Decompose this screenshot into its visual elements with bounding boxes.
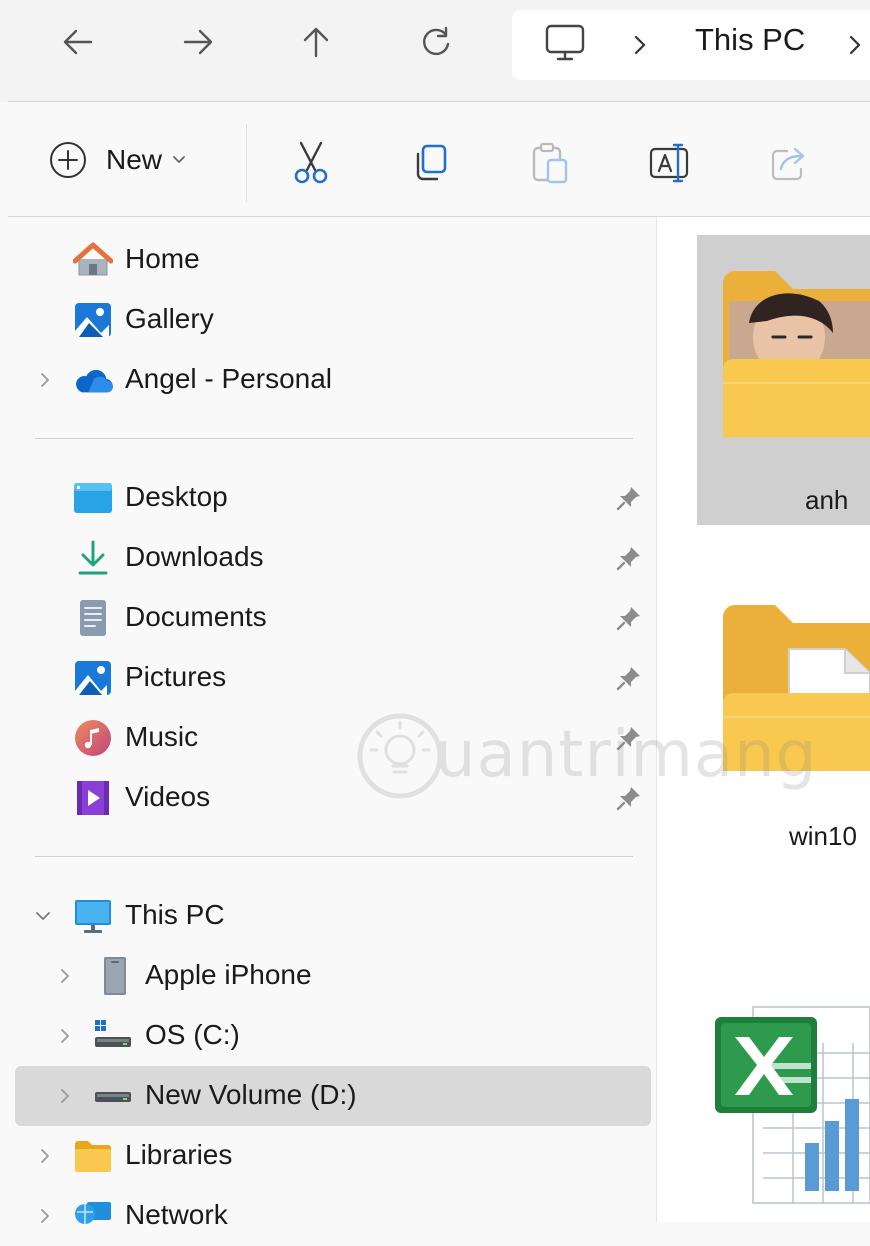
pin-icon[interactable]: [615, 664, 643, 692]
chevron-right-icon[interactable]: [55, 1086, 75, 1106]
sidebar-item-apple-iphone[interactable]: Apple iPhone: [15, 946, 651, 1006]
download-icon: [73, 538, 113, 578]
libraries-icon: [73, 1136, 113, 1176]
documents-icon: [73, 598, 113, 638]
sidebar-item-label: Apple iPhone: [145, 959, 312, 990]
sidebar-item-desktop[interactable]: Desktop: [15, 468, 651, 528]
sidebar-item-gallery[interactable]: Gallery: [15, 290, 651, 350]
cut-button[interactable]: [286, 138, 336, 188]
sidebar-item-label: Angel - Personal: [125, 363, 333, 394]
sidebar-item-label: OS (C:): [145, 1019, 240, 1050]
chevron-right-icon[interactable]: [35, 1206, 55, 1226]
sidebar-item-home[interactable]: Home: [15, 230, 651, 290]
file-name: win10: [789, 821, 857, 851]
folder-tile-anh[interactable]: anh: [697, 235, 870, 525]
address-box[interactable]: [512, 10, 870, 80]
up-arrow-icon: [303, 27, 329, 58]
new-button-label: New: [106, 144, 163, 175]
rename-button[interactable]: [645, 138, 695, 188]
chevron-right-icon[interactable]: [35, 1146, 55, 1166]
sidebar-item-videos[interactable]: Videos: [15, 768, 651, 828]
chevron-down-icon[interactable]: [33, 906, 53, 926]
paste-icon: [532, 142, 568, 184]
sidebar-item-label: Home: [125, 243, 200, 274]
home-icon: [73, 240, 113, 280]
sidebar-item-label: Videos: [125, 781, 211, 812]
folder-icon: [723, 605, 870, 771]
file-name: anh: [805, 485, 849, 515]
sidebar-item-label: Desktop: [125, 481, 228, 512]
sidebar-item-label: Music: [125, 721, 199, 752]
folder-icon: [723, 271, 870, 437]
paste-button[interactable]: [525, 138, 575, 188]
sidebar-item-label: Network: [125, 1199, 228, 1230]
sidebar-divider: [35, 856, 633, 857]
toolbar-divider: [246, 124, 247, 202]
chevron-right-icon[interactable]: [35, 370, 55, 390]
chevron-right-icon[interactable]: [632, 33, 648, 57]
pin-icon[interactable]: [615, 544, 643, 572]
drive-icon: [93, 1076, 133, 1116]
chevron-right-icon[interactable]: [847, 33, 863, 57]
up-button[interactable]: [288, 18, 344, 66]
plus-circle-icon: [50, 142, 86, 178]
desktop-folder-icon: [73, 478, 113, 518]
sidebar-item-label: New Volume (D:): [145, 1079, 357, 1110]
sidebar-item-label: Downloads: [125, 541, 264, 572]
sidebar-item-label: Documents: [125, 601, 267, 632]
back-button[interactable]: [50, 18, 106, 66]
sidebar-item-label: Pictures: [125, 661, 227, 692]
sidebar-item-label: Gallery: [125, 303, 214, 334]
system-drive-icon: [93, 1016, 133, 1056]
pictures-icon: [73, 658, 113, 698]
folder-tile-win10[interactable]: win10: [697, 585, 870, 865]
sidebar-item-label: Libraries: [125, 1139, 233, 1170]
sidebar-item-libraries[interactable]: Libraries: [15, 1126, 651, 1186]
monitor-icon: [545, 24, 585, 61]
chevron-right-icon[interactable]: [55, 966, 75, 986]
videos-icon: [73, 778, 113, 818]
share-button[interactable]: [764, 138, 814, 188]
sidebar-item-os-c-drive[interactable]: OS (C:): [15, 1006, 651, 1066]
sidebar-item-pictures[interactable]: Pictures: [15, 648, 651, 708]
pin-icon[interactable]: [615, 784, 643, 812]
sidebar-item-label: This PC: [125, 899, 225, 930]
sidebar-item-new-volume-d[interactable]: New Volume (D:): [15, 1066, 651, 1126]
sidebar-item-network[interactable]: Network: [15, 1186, 651, 1246]
rename-icon: [649, 143, 689, 183]
share-icon: [771, 147, 805, 181]
music-icon: [73, 718, 113, 758]
copy-button[interactable]: [406, 138, 456, 188]
command-bar: New: [0, 102, 870, 217]
pin-icon[interactable]: [615, 724, 643, 752]
chevron-right-icon[interactable]: [55, 1026, 75, 1046]
sidebar-item-onedrive[interactable]: Angel - Personal: [15, 350, 651, 410]
phone-device-icon: [95, 956, 135, 996]
cut-icon: [294, 141, 328, 184]
network-icon: [73, 1196, 113, 1236]
sidebar-item-downloads[interactable]: Downloads: [15, 528, 651, 588]
pin-icon[interactable]: [615, 604, 643, 632]
back-arrow-icon: [63, 29, 93, 55]
forward-button[interactable]: [170, 18, 226, 66]
sidebar-divider: [35, 438, 633, 439]
address-bar-row: This PC: [0, 0, 870, 102]
breadcrumb-this-pc[interactable]: This PC: [695, 22, 805, 58]
sidebar-item-this-pc[interactable]: This PC: [15, 886, 651, 946]
gallery-icon: [73, 300, 113, 340]
refresh-button[interactable]: [408, 18, 464, 66]
sidebar-item-music[interactable]: Music: [15, 708, 651, 768]
sidebar-item-documents[interactable]: Documents: [15, 588, 651, 648]
pin-icon[interactable]: [615, 484, 643, 512]
forward-arrow-icon: [183, 29, 213, 55]
excel-file-tile[interactable]: [697, 985, 870, 1222]
this-pc-icon: [73, 896, 113, 936]
copy-icon: [416, 144, 447, 181]
onedrive-cloud-icon: [73, 360, 113, 400]
refresh-icon: [423, 26, 450, 56]
new-button[interactable]: New: [48, 130, 186, 190]
chevron-down-icon: [173, 156, 185, 164]
excel-file-icon: [715, 1006, 870, 1204]
